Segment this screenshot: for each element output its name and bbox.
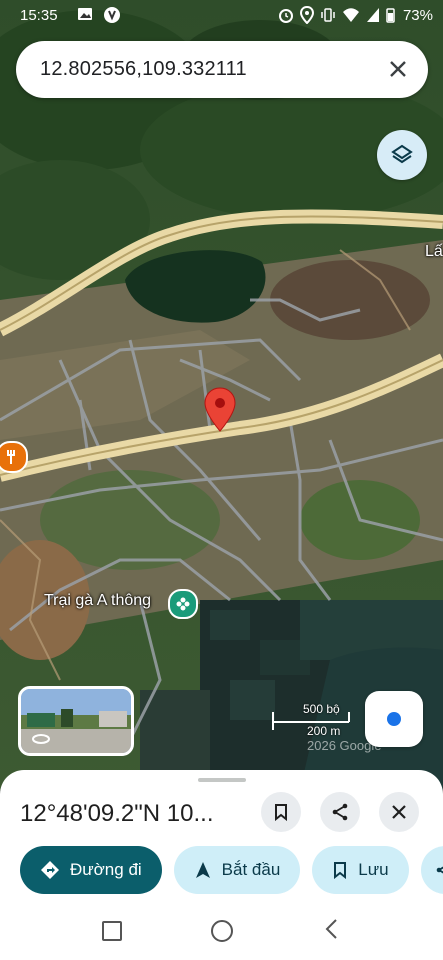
signal-icon — [366, 8, 379, 22]
share-button[interactable] — [320, 792, 360, 832]
bookmark-icon — [275, 804, 287, 821]
alarm-icon — [278, 9, 293, 23]
layers-icon — [391, 144, 413, 164]
my-location-icon — [387, 712, 401, 726]
close-sheet-button[interactable] — [379, 792, 419, 832]
street-view-360-icon — [32, 734, 50, 744]
recents-button[interactable] — [102, 921, 122, 941]
fork-knife-icon — [7, 450, 15, 464]
back-icon[interactable] — [324, 918, 338, 940]
image-icon — [78, 8, 92, 20]
wifi-icon — [342, 8, 359, 22]
search-box[interactable]: 12.802556,109.332111 — [16, 41, 428, 98]
vpn-icon — [104, 7, 120, 23]
action-chips: Đường đi Bắt đầu Lưu — [20, 846, 443, 896]
battery-percent: 73% — [402, 6, 433, 24]
place-label[interactable]: Lấ — [425, 243, 443, 261]
directions-label: Đường đi — [70, 860, 142, 879]
battery-icon — [386, 8, 395, 23]
share-icon — [436, 866, 443, 874]
save-chip-button[interactable]: Lưu — [312, 846, 409, 894]
vibrate-icon — [321, 8, 335, 22]
layers-button[interactable] — [377, 130, 427, 180]
start-label: Bắt đầu — [221, 860, 281, 879]
flower-icon — [176, 597, 190, 611]
start-button[interactable]: Bắt đầu — [173, 846, 301, 894]
directions-button[interactable]: Đường đi — [20, 846, 162, 894]
my-location-button[interactable] — [365, 691, 423, 747]
scale-bottom-label: 200 m — [307, 724, 341, 738]
place-bottom-sheet[interactable]: 12°48'09.2"N 10... Đường đi Bắt đầu Lưu — [0, 770, 443, 960]
status-time: 15:35 — [20, 7, 58, 24]
save-label: Lưu — [358, 860, 389, 879]
close-icon — [392, 805, 406, 819]
navigation-arrow-icon — [195, 862, 210, 878]
search-query[interactable]: 12.802556,109.332111 — [40, 58, 247, 81]
location-icon — [299, 6, 314, 24]
system-nav-bar — [0, 902, 443, 960]
poi-marker[interactable] — [168, 589, 198, 619]
share-icon — [332, 803, 348, 821]
bookmark-icon — [334, 862, 347, 879]
directions-icon — [41, 861, 59, 879]
status-bar: 15:35 73% — [0, 0, 443, 32]
sheet-drag-handle[interactable] — [198, 778, 246, 782]
save-button[interactable] — [261, 792, 301, 832]
share-chip-button[interactable] — [420, 846, 443, 894]
close-icon[interactable] — [386, 57, 410, 81]
poi-label[interactable]: Trại gà A thông — [44, 592, 151, 610]
restaurant-marker[interactable] — [0, 441, 28, 473]
place-title: 12°48'09.2"N 10... — [20, 800, 214, 827]
home-button[interactable] — [211, 920, 233, 942]
street-view-thumbnail[interactable] — [18, 686, 134, 756]
map-pin-icon[interactable] — [203, 387, 237, 433]
